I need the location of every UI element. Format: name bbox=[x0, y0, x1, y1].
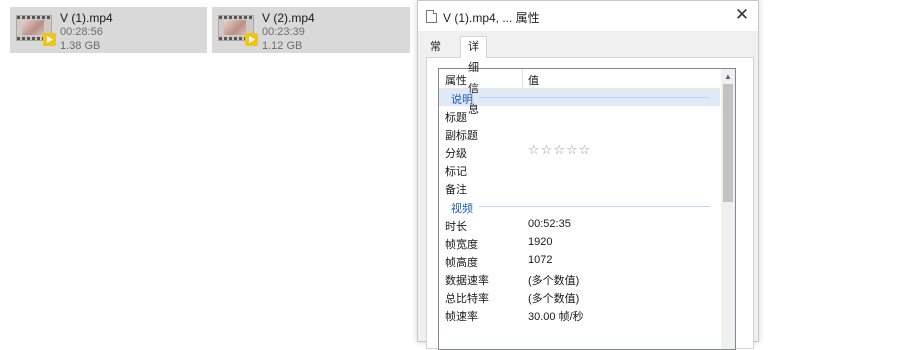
column-header-value[interactable]: 值 bbox=[528, 72, 539, 88]
tab-general[interactable]: 常规 bbox=[426, 38, 445, 71]
list-header: 属性 值 bbox=[439, 69, 720, 89]
property-key: 数据速率 bbox=[445, 275, 489, 287]
file-tile-v2[interactable]: V (2).mp4 00:23:39 1.12 GB bbox=[212, 7, 410, 53]
column-header-property[interactable]: 属性 bbox=[445, 72, 467, 88]
property-row-rating[interactable]: 分级 ☆☆☆☆☆ bbox=[439, 143, 720, 161]
property-key: 帧高度 bbox=[445, 257, 478, 269]
property-row-title[interactable]: 标题 bbox=[439, 107, 720, 125]
property-row-frame-rate[interactable]: 帧速率 30.00 帧/秒 bbox=[439, 306, 720, 324]
property-key: 总比特率 bbox=[445, 293, 489, 305]
property-key: 备注 bbox=[445, 184, 467, 196]
property-key: 分级 bbox=[445, 148, 467, 160]
vertical-scrollbar[interactable]: ▲ bbox=[721, 69, 735, 349]
tab-details[interactable]: 详细信息 bbox=[460, 36, 487, 116]
close-button[interactable]: ✕ bbox=[730, 4, 754, 26]
video-thumbnail-icon bbox=[218, 15, 258, 46]
group-label: 视频 bbox=[451, 203, 473, 215]
property-key: 副标题 bbox=[445, 130, 478, 142]
property-value: 1920 bbox=[528, 236, 553, 248]
property-row-total-bitrate[interactable]: 总比特率 (多个数值) bbox=[439, 288, 720, 306]
property-key: 时长 bbox=[445, 221, 467, 233]
property-key: 标记 bbox=[445, 166, 467, 178]
file-size: 1.38 GB bbox=[60, 40, 101, 52]
property-row-subtitle[interactable]: 副标题 bbox=[439, 125, 720, 143]
scroll-up-arrow-icon[interactable]: ▲ bbox=[721, 69, 735, 83]
column-divider[interactable] bbox=[522, 69, 523, 88]
property-value: 1072 bbox=[528, 254, 553, 266]
video-thumbnail-icon bbox=[16, 15, 56, 46]
group-divider bbox=[479, 206, 710, 207]
property-row-comments[interactable]: 备注 bbox=[439, 179, 720, 197]
file-tile-v1[interactable]: V (1).mp4 00:28:56 1.38 GB bbox=[10, 7, 207, 53]
property-row-length[interactable]: 时长 00:52:35 bbox=[439, 216, 720, 234]
property-key: 标题 bbox=[445, 112, 467, 124]
property-value: (多个数值) bbox=[528, 275, 580, 287]
property-value: (多个数值) bbox=[528, 293, 580, 305]
property-key: 帧速率 bbox=[445, 311, 478, 323]
property-row-tags[interactable]: 标记 bbox=[439, 161, 720, 179]
play-icon bbox=[43, 33, 56, 46]
dialog-title: V (1).mp4, ... 属性 bbox=[443, 11, 540, 25]
file-size: 1.12 GB bbox=[262, 40, 303, 52]
group-header-video[interactable]: 视频 bbox=[439, 198, 720, 215]
scrollbar-thumb[interactable] bbox=[723, 84, 733, 202]
file-duration: 00:23:39 bbox=[262, 26, 305, 38]
play-icon bbox=[245, 33, 258, 46]
property-value: 00:52:35 bbox=[528, 218, 571, 230]
property-value: 30.00 帧/秒 bbox=[528, 311, 584, 323]
properties-dialog: V (1).mp4, ... 属性 ✕ 常规 详细信息 属性 值 说明 标题 副… bbox=[417, 0, 759, 350]
property-row-data-rate[interactable]: 数据速率 (多个数值) bbox=[439, 270, 720, 288]
rating-stars[interactable]: ☆☆☆☆☆ bbox=[528, 143, 591, 158]
file-duration: 00:28:56 bbox=[60, 26, 103, 38]
file-name: V (1).mp4 bbox=[60, 11, 113, 25]
group-header-description[interactable]: 说明 bbox=[439, 89, 720, 106]
file-name: V (2).mp4 bbox=[262, 11, 315, 25]
properties-list[interactable]: 属性 值 说明 标题 副标题 分级 ☆☆☆☆☆ 标记 备注 视频 时长 00:5… bbox=[438, 68, 736, 350]
property-row-frame-height[interactable]: 帧高度 1072 bbox=[439, 252, 720, 270]
group-divider bbox=[479, 97, 710, 98]
document-icon bbox=[426, 10, 437, 23]
dialog-titlebar[interactable]: V (1).mp4, ... 属性 ✕ bbox=[418, 1, 758, 31]
property-key: 帧宽度 bbox=[445, 239, 478, 251]
property-row-frame-width[interactable]: 帧宽度 1920 bbox=[439, 234, 720, 252]
